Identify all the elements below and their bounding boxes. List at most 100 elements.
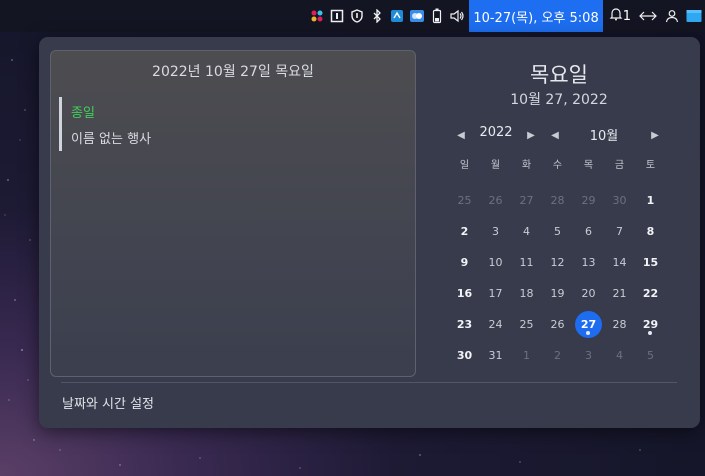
calendar-day[interactable]: 3 [573,342,604,370]
calendar-day-number: 23 [456,318,473,331]
calendar-day-number: 27 [519,194,534,207]
battery-icon[interactable] [427,0,447,32]
calendar-day[interactable]: 24 [480,311,511,339]
year-label: 2022 [479,125,513,140]
calendar-day[interactable]: 26 [542,311,573,339]
calendar-day[interactable]: 4 [511,218,542,246]
calendar-day-number: 20 [581,287,596,300]
calendar-day[interactable]: 7 [604,218,635,246]
bluetooth-icon[interactable] [367,0,387,32]
calendar-weekday-title: 목요일 [530,63,588,87]
calendar-day[interactable]: 22 [635,280,666,308]
calendar-day[interactable]: 5 [542,218,573,246]
calendar-day[interactable]: 15 [635,249,666,277]
calendar-day-number: 24 [488,318,503,331]
calendar-day-number: 6 [585,225,592,238]
event-allday-tag: 종일 [71,106,95,121]
calendar-day[interactable]: 2 [449,218,480,246]
event-dot [586,331,590,335]
calendar-day-number: 27 [580,318,597,331]
calendar-day[interactable]: 16 [449,280,480,308]
calendar-day-today[interactable]: 27 [573,311,604,339]
calendar-day-number: 2 [460,225,469,238]
calendar-day[interactable]: 18 [511,280,542,308]
calendar-day[interactable]: 29 [573,187,604,215]
calendar-day[interactable]: 19 [542,280,573,308]
calendar-day-number: 1 [523,349,530,362]
datetime-settings-link[interactable]: 날짜와 시간 설정 [62,393,154,412]
calendar-day[interactable]: 11 [511,249,542,277]
calendar-day[interactable]: 29 [635,311,666,339]
volume-icon[interactable] [447,0,467,32]
calendar-day-number: 21 [612,287,627,300]
calendar-day[interactable]: 26 [480,187,511,215]
top-panel: 10-27(목), 오후 5:08 1 [0,0,705,32]
calendar-day[interactable]: 4 [604,342,635,370]
app-icon[interactable] [387,0,407,32]
calendar-day[interactable]: 9 [449,249,480,277]
user-icon[interactable] [661,0,683,32]
calendar-day-number: 22 [642,287,659,300]
event-name: 이름 없는 행사 [71,132,152,147]
calendar-day-number: 18 [519,287,534,300]
calendar-day[interactable]: 23 [449,311,480,339]
calendar-day[interactable]: 13 [573,249,604,277]
calendar-day[interactable]: 10 [480,249,511,277]
calendar-day[interactable]: 1 [635,187,666,215]
calendar-day[interactable]: 5 [635,342,666,370]
calendar-day[interactable]: 28 [604,311,635,339]
calendar-day[interactable]: 25 [449,187,480,215]
slack-icon[interactable] [307,0,327,32]
calendar-day[interactable]: 12 [542,249,573,277]
year-next-button[interactable]: ▶ [523,127,539,143]
weather-icon[interactable] [407,0,427,32]
calendar-day-number: 29 [581,194,596,207]
weekday-header: 금 [614,160,625,171]
shield-icon[interactable] [347,0,367,32]
calendar-day-number: 1 [646,194,655,207]
calendar-day[interactable]: 30 [604,187,635,215]
network-icon[interactable] [635,0,661,32]
calendar-day[interactable]: 6 [573,218,604,246]
calendar-day-number: 12 [550,256,565,269]
weekday-header: 일 [459,160,470,171]
calendar-day-number: 4 [523,225,530,238]
event-item[interactable]: 종일 이름 없는 행사 [59,97,359,151]
calendar-day[interactable]: 21 [604,280,635,308]
weekday-header: 화 [521,160,532,171]
month-next-button[interactable]: ▶ [647,127,663,143]
clock-button[interactable]: 10-27(목), 오후 5:08 [469,0,603,32]
calendar-day[interactable]: 25 [511,311,542,339]
events-panel: 2022년 10월 27일 목요일 종일 이름 없는 행사 [50,50,416,377]
calendar-day-number: 28 [550,194,565,207]
calendar-day[interactable]: 30 [449,342,480,370]
calendar-day[interactable]: 20 [573,280,604,308]
calendar-day-number: 26 [488,194,503,207]
calendar-day-number: 28 [612,318,627,331]
events-title: 2022년 10월 27일 목요일 [152,64,314,80]
calendar-day[interactable]: 3 [480,218,511,246]
calendar-day[interactable]: 31 [480,342,511,370]
year-prev-button[interactable]: ◀ [453,127,469,143]
calendar-day[interactable]: 27 [511,187,542,215]
calendar-day[interactable]: 2 [542,342,573,370]
todo-icon[interactable] [327,0,347,32]
calendar-day[interactable]: 28 [542,187,573,215]
window-icon[interactable] [683,0,705,32]
calendar-day-number: 30 [612,194,627,207]
calendar-day-number: 19 [550,287,565,300]
month-label: 10월 [589,129,619,144]
calendar-day[interactable]: 1 [511,342,542,370]
calendar-day-number: 16 [456,287,473,300]
calendar-day[interactable]: 8 [635,218,666,246]
calendar-popup: 2022년 10월 27일 목요일 종일 이름 없는 행사 목요일 10월 27… [39,37,700,428]
notifications-button[interactable]: 1 [605,0,635,32]
system-tray: 10-27(목), 오후 5:08 1 [307,0,705,32]
month-prev-button[interactable]: ◀ [547,127,563,143]
calendar-day-number: 5 [554,225,561,238]
calendar-day-number: 4 [616,349,623,362]
weekday-header: 수 [552,160,563,171]
calendar-day[interactable]: 14 [604,249,635,277]
calendar-day[interactable]: 17 [480,280,511,308]
calendar-day-number: 31 [488,349,503,362]
